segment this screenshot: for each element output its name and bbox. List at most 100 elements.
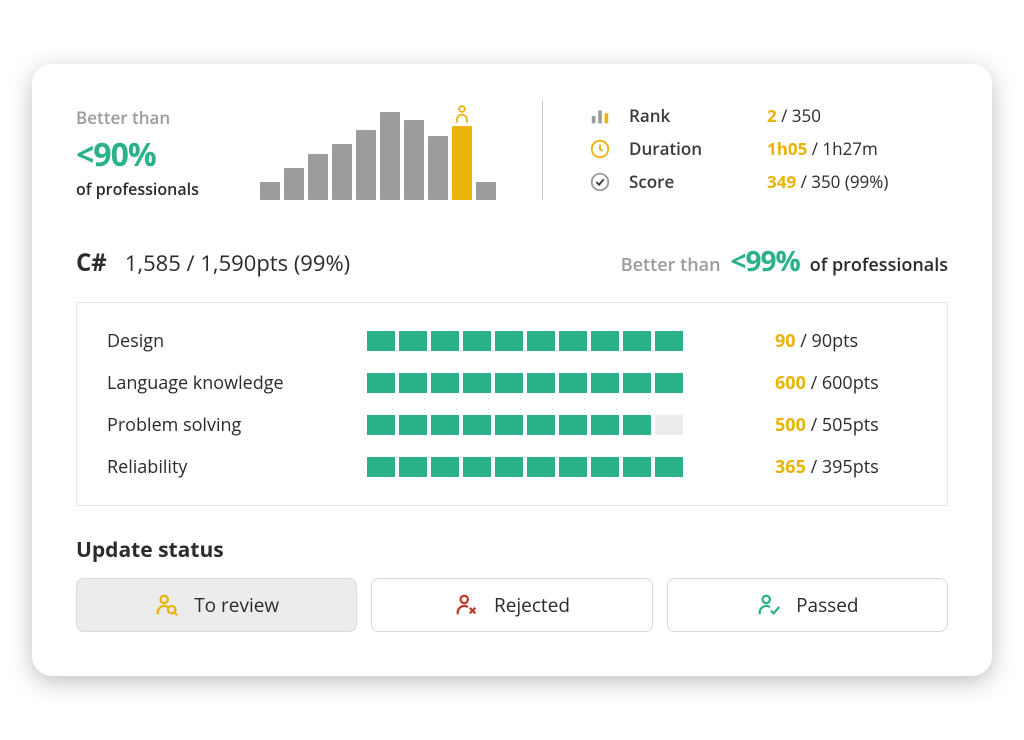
skill-block-filled: [623, 373, 651, 393]
skill-block-filled: [399, 331, 427, 351]
skill-block-filled: [527, 373, 555, 393]
language-better-than: Better than <99% of professionals: [621, 242, 948, 280]
distribution-histogram: [260, 100, 496, 200]
skill-block-filled: [463, 373, 491, 393]
lang-better-suffix: of professionals: [810, 253, 948, 277]
skill-block-filled: [431, 457, 459, 477]
check-circle-icon: [589, 171, 617, 193]
status-button-label: Rejected: [494, 592, 570, 618]
better-than-percent: <90%: [76, 133, 256, 176]
skill-name: Reliability: [107, 455, 367, 479]
skill-block-filled: [559, 457, 587, 477]
skill-block-empty: [655, 415, 683, 435]
histogram-bar: [476, 182, 496, 200]
score-label: Score: [617, 170, 767, 193]
person-search-icon: [154, 592, 180, 618]
skill-block-filled: [591, 373, 619, 393]
histogram-bar: [356, 130, 376, 200]
skill-block-filled: [655, 373, 683, 393]
skill-block-filled: [527, 331, 555, 351]
skill-value: 500 / 505pts: [757, 413, 917, 437]
histogram-bar: [380, 112, 400, 200]
language-left: C# 1,585 / 1,590pts (99%): [76, 246, 350, 279]
stats-grid: Rank 2 / 350 Duration 1h05 / 1h27m Score…: [589, 104, 948, 193]
person-x-icon: [454, 592, 480, 618]
skill-block-filled: [367, 415, 395, 435]
skill-block-filled: [431, 331, 459, 351]
histogram-bar: [308, 154, 328, 200]
rank-value: 2 / 350: [767, 104, 948, 127]
skill-block-filled: [591, 457, 619, 477]
status-button-pass[interactable]: Passed: [667, 578, 948, 632]
skill-name: Language knowledge: [107, 371, 367, 395]
result-card: Better than <90% of professionals Rank 2…: [32, 64, 992, 676]
skill-block-filled: [559, 331, 587, 351]
skill-blocks: [367, 373, 757, 393]
skill-blocks: [367, 331, 757, 351]
better-than-top-label: Better than: [76, 106, 256, 129]
histogram-bar: [404, 120, 424, 200]
score-value: 349 / 350 (99%): [767, 170, 948, 193]
skill-block-filled: [495, 415, 523, 435]
status-button-label: Passed: [796, 592, 858, 618]
skill-block-filled: [495, 373, 523, 393]
vertical-divider: [542, 100, 543, 200]
skill-block-filled: [431, 373, 459, 393]
skill-block-filled: [527, 415, 555, 435]
skill-blocks: [367, 457, 757, 477]
skill-block-filled: [495, 331, 523, 351]
skill-block-filled: [399, 415, 427, 435]
skill-block-filled: [367, 373, 395, 393]
status-button-label: To review: [194, 592, 279, 618]
lang-better-label: Better than: [621, 253, 721, 277]
person-check-icon: [756, 592, 782, 618]
status-button-reject[interactable]: Rejected: [371, 578, 652, 632]
skill-value: 600 / 600pts: [757, 371, 917, 395]
skill-name: Problem solving: [107, 413, 367, 437]
language-name: C#: [76, 246, 107, 279]
duration-value: 1h05 / 1h27m: [767, 137, 948, 160]
skill-name: Design: [107, 329, 367, 353]
skill-blocks: [367, 415, 757, 435]
duration-label: Duration: [617, 137, 767, 160]
better-than-bottom-label: of professionals: [76, 178, 256, 200]
skill-block-filled: [623, 331, 651, 351]
lang-better-percent: <99%: [731, 242, 800, 280]
skill-block-filled: [623, 415, 651, 435]
skill-block-filled: [495, 457, 523, 477]
skills-panel: Design 90 / 90pts Language knowledge 600 / …: [76, 302, 948, 506]
skill-block-filled: [591, 331, 619, 351]
skill-block-filled: [559, 373, 587, 393]
skill-block-filled: [431, 415, 459, 435]
skill-block-filled: [463, 457, 491, 477]
skill-block-filled: [591, 415, 619, 435]
histogram-bar: [260, 182, 280, 200]
better-than-block: Better than <90% of professionals: [76, 100, 256, 200]
skill-block-filled: [559, 415, 587, 435]
skill-block-filled: [367, 331, 395, 351]
language-points: 1,585 / 1,590pts (99%): [125, 248, 350, 278]
skill-block-filled: [399, 373, 427, 393]
skill-block-filled: [655, 457, 683, 477]
clock-icon: [589, 138, 617, 160]
skill-block-filled: [623, 457, 651, 477]
person-icon: [453, 104, 471, 124]
language-row: C# 1,585 / 1,590pts (99%) Better than <9…: [76, 242, 948, 280]
histogram-bar: [332, 144, 352, 200]
update-status-title: Update status: [76, 536, 948, 564]
skill-value: 365 / 395pts: [757, 455, 917, 479]
histogram-bar: [284, 168, 304, 200]
skill-block-filled: [463, 415, 491, 435]
skill-block-filled: [655, 331, 683, 351]
skill-block-filled: [527, 457, 555, 477]
status-button-review[interactable]: To review: [76, 578, 357, 632]
skill-value: 90 / 90pts: [757, 329, 917, 353]
skill-block-filled: [463, 331, 491, 351]
skill-block-filled: [367, 457, 395, 477]
top-row: Better than <90% of professionals Rank 2…: [76, 100, 948, 200]
rank-label: Rank: [617, 104, 767, 127]
rank-icon: [589, 105, 617, 127]
histogram-bar-highlight: [452, 126, 472, 200]
histogram-bar: [428, 136, 448, 200]
skill-block-filled: [399, 457, 427, 477]
